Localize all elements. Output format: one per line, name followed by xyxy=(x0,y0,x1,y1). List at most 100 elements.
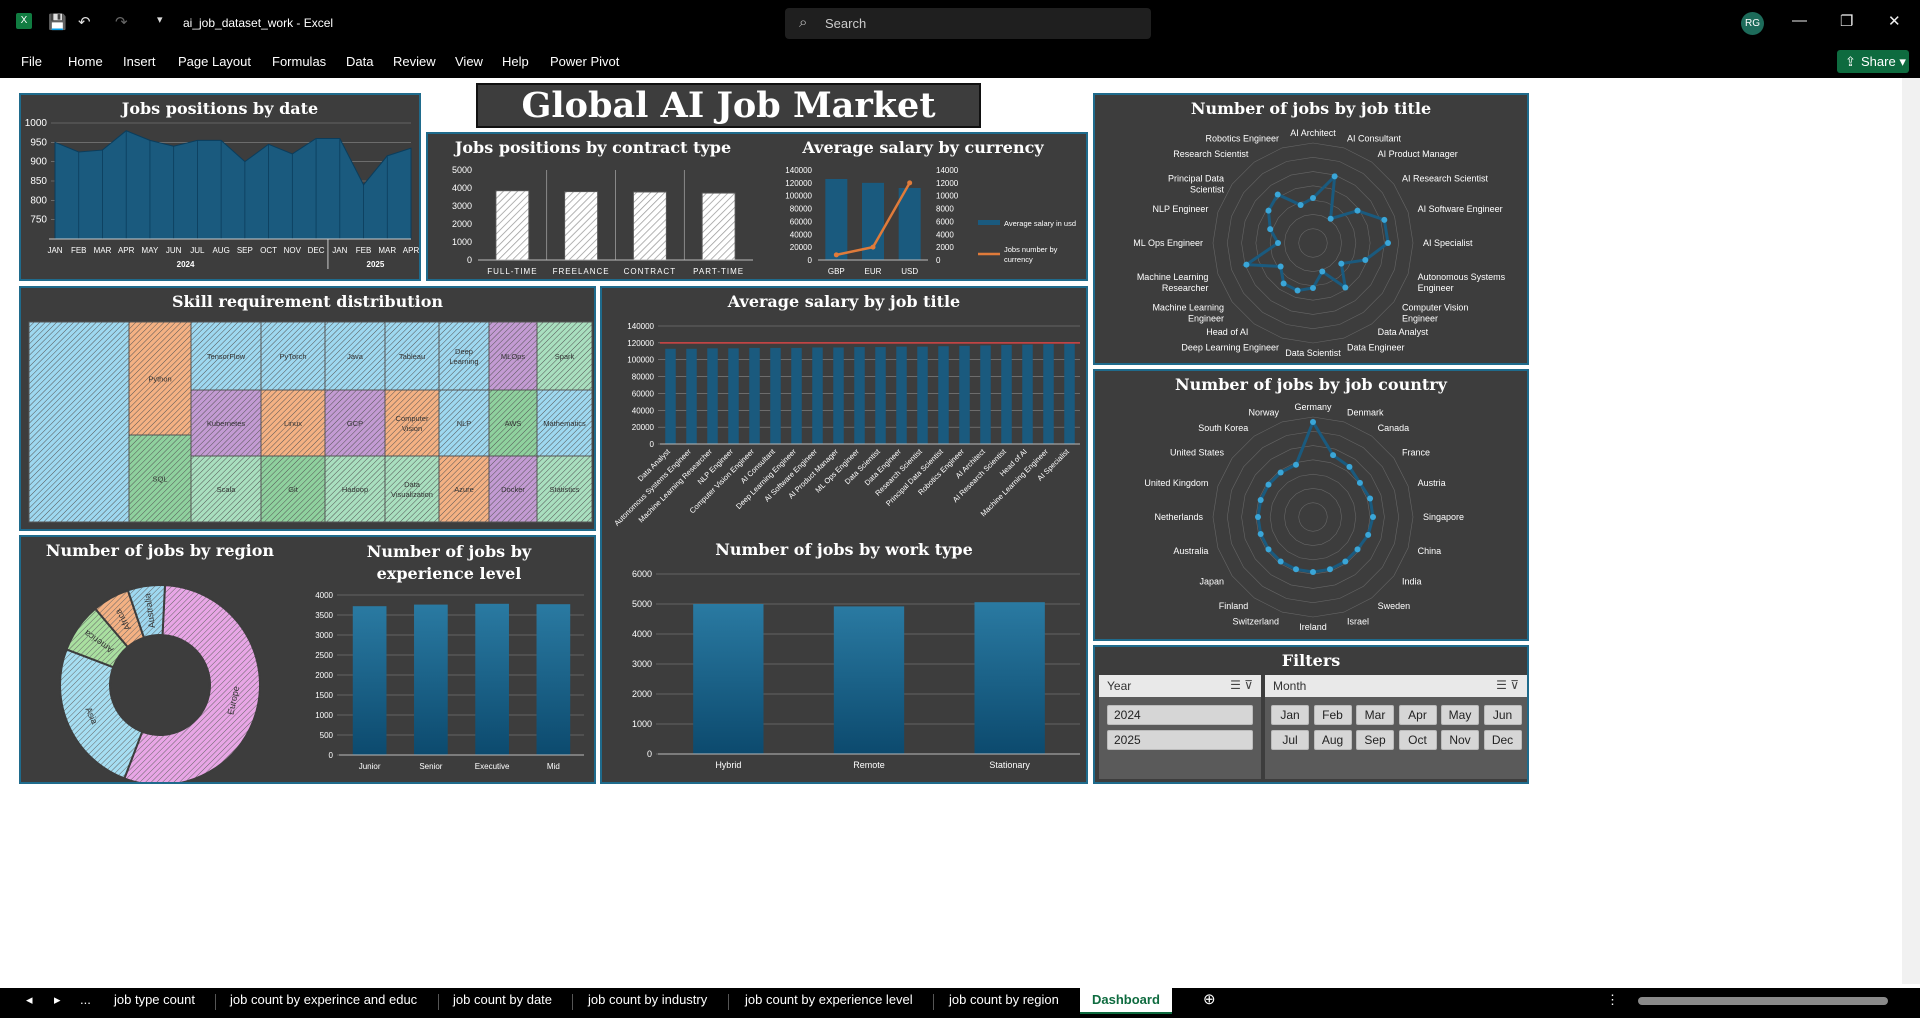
slicer-month-jan[interactable]: Jan xyxy=(1271,705,1309,725)
vertical-scrollbar[interactable] xyxy=(1902,78,1920,984)
clear-filter-icon[interactable]: ⊽ xyxy=(1244,678,1253,692)
skill-cell xyxy=(28,321,130,523)
menu-file[interactable]: File xyxy=(21,54,42,69)
skill-label: Linux xyxy=(284,419,302,428)
tab-job-count-experience-level[interactable]: job count by experience level xyxy=(745,992,913,1007)
excel-logo-icon: X xyxy=(16,13,32,29)
horizontal-scrollbar[interactable] xyxy=(1638,997,1888,1005)
slicer-month-dec[interactable]: Dec xyxy=(1483,730,1522,750)
multi-select-icon[interactable]: ☰ xyxy=(1496,678,1507,692)
country-ring xyxy=(1298,502,1328,532)
undo-icon[interactable]: ↶ xyxy=(78,13,91,31)
slicer-month-nov[interactable]: Nov xyxy=(1441,730,1479,750)
slicer-month-jul[interactable]: Jul xyxy=(1271,730,1309,750)
currency-x-tick: USD xyxy=(901,267,918,276)
customize-toolbar-icon[interactable]: ▾ xyxy=(157,13,163,26)
tab-dashboard[interactable]: Dashboard xyxy=(1080,988,1172,1014)
slicer-month-jun[interactable]: Jun xyxy=(1483,705,1522,725)
legend-label-jobs: currency xyxy=(1004,255,1033,264)
menu-insert[interactable]: Insert xyxy=(123,54,156,69)
worktype-x-tick: Stationary xyxy=(989,760,1030,770)
date-x-tick: SEP xyxy=(237,246,253,255)
salary_title-bar xyxy=(896,346,907,444)
country-axis-label: France xyxy=(1402,447,1430,457)
date-x-tick: JUL xyxy=(190,246,205,255)
currency-x-tick: EUR xyxy=(865,267,882,276)
skill-label: Tableau xyxy=(399,352,425,361)
contract-y-tick: 3000 xyxy=(452,201,472,211)
experience-y-tick: 4000 xyxy=(315,591,333,600)
save-icon[interactable]: 💾 xyxy=(48,13,67,31)
slicer-month-apr[interactable]: Apr xyxy=(1398,705,1437,725)
redo-icon[interactable]: ↷ xyxy=(115,13,128,31)
tab-job-count-region[interactable]: job count by region xyxy=(949,992,1059,1007)
date-x-tick: FEB xyxy=(71,246,87,255)
experience-x-tick: Mid xyxy=(547,762,560,771)
slicer-month-oct[interactable]: Oct xyxy=(1398,730,1437,750)
jobtitle-ring xyxy=(1241,171,1385,315)
month-slicer[interactable]: Month ☰ ⊽ Jan Feb Mar Apr May Jun Jul Aug Sep Oct N… xyxy=(1265,675,1527,779)
experience-bar xyxy=(536,604,571,755)
tab-scroll-right-icon[interactable]: ▸ xyxy=(54,992,61,1008)
date-x-tick: JAN xyxy=(47,246,62,255)
menu-view[interactable]: View xyxy=(455,54,483,69)
skill-label: Hadoop xyxy=(342,485,368,494)
menu-help[interactable]: Help xyxy=(502,54,529,69)
slicer-year-2024[interactable]: 2024 xyxy=(1107,705,1253,725)
date-x-tick: OCT xyxy=(260,246,277,255)
currency-y-tick: 100000 xyxy=(785,192,812,201)
country-series-point xyxy=(1255,514,1261,520)
panel-title-filters: Filters xyxy=(1281,651,1341,670)
salary_title-bar xyxy=(665,348,676,444)
slicer-month-sep[interactable]: Sep xyxy=(1356,730,1394,750)
experience-x-tick: Executive xyxy=(475,762,510,771)
menu-power-pivot[interactable]: Power Pivot xyxy=(550,54,619,69)
slicer-month-may[interactable]: May xyxy=(1441,705,1479,725)
skill-label: AWS xyxy=(505,419,522,428)
tab-job-count-date[interactable]: job count by date xyxy=(453,992,552,1007)
country-series-point xyxy=(1257,530,1264,537)
worktype-bar xyxy=(693,604,764,754)
menu-data[interactable]: Data xyxy=(346,54,373,69)
currency-y-tick: 20000 xyxy=(790,243,813,252)
share-button[interactable]: ⇪ Share ▾ xyxy=(1837,50,1909,73)
menu-formulas[interactable]: Formulas xyxy=(272,54,326,69)
menu-page-layout[interactable]: Page Layout xyxy=(178,54,251,69)
country-axis-label: China xyxy=(1418,546,1442,556)
contract-x-tick: FULL-TIME xyxy=(487,267,537,276)
currency-y2-tick: 8000 xyxy=(936,205,954,214)
skill-label: Learning xyxy=(449,357,478,366)
clear-filter-icon[interactable]: ⊽ xyxy=(1510,678,1519,692)
tab-job-count-industry[interactable]: job count by industry xyxy=(588,992,707,1007)
country-series-point xyxy=(1310,569,1316,575)
add-sheet-icon[interactable]: ⊕ xyxy=(1203,990,1216,1008)
restore-icon[interactable]: ❐ xyxy=(1840,12,1853,30)
experience-y-tick: 500 xyxy=(320,731,334,740)
dashboard-title: Global AI Job Market xyxy=(476,83,981,128)
currency-y2-tick: 12000 xyxy=(936,179,959,188)
date-y-tick: 850 xyxy=(30,176,47,187)
currency-y2-tick: 6000 xyxy=(936,217,954,226)
tab-job-type-count[interactable]: job type count xyxy=(114,992,195,1007)
date-group-label: 2024 xyxy=(177,260,195,269)
slicer-month-feb[interactable]: Feb xyxy=(1313,705,1352,725)
more-options-icon[interactable]: ⋮ xyxy=(1606,992,1619,1008)
country-ring xyxy=(1255,459,1371,575)
tab-job-count-experince-educ[interactable]: job count by experince and educ xyxy=(230,992,417,1007)
multi-select-icon[interactable]: ☰ xyxy=(1230,678,1241,692)
slicer-month-aug[interactable]: Aug xyxy=(1313,730,1352,750)
year-slicer[interactable]: Year ☰ ⊽ 2024 2025 xyxy=(1099,675,1261,779)
menu-home[interactable]: Home xyxy=(68,54,103,69)
close-icon[interactable]: ✕ xyxy=(1888,12,1901,30)
chart-jobtitle-radar: AI Architect AI Consultant AI Product Mana… xyxy=(1133,128,1505,358)
slicer-month-mar[interactable]: Mar xyxy=(1356,705,1394,725)
search-box[interactable]: ⌕ Search xyxy=(785,8,1151,39)
tab-scroll-left-icon[interactable]: ◂ xyxy=(26,992,33,1008)
tab-more[interactable]: ... xyxy=(80,992,91,1007)
avatar[interactable]: RG xyxy=(1741,12,1764,35)
minimize-icon[interactable]: — xyxy=(1792,12,1807,29)
slicer-year-2025[interactable]: 2025 xyxy=(1107,730,1253,750)
jobtitle-series-point xyxy=(1385,240,1391,246)
menu-review[interactable]: Review xyxy=(393,54,436,69)
country-axis-label: Japan xyxy=(1199,577,1224,587)
